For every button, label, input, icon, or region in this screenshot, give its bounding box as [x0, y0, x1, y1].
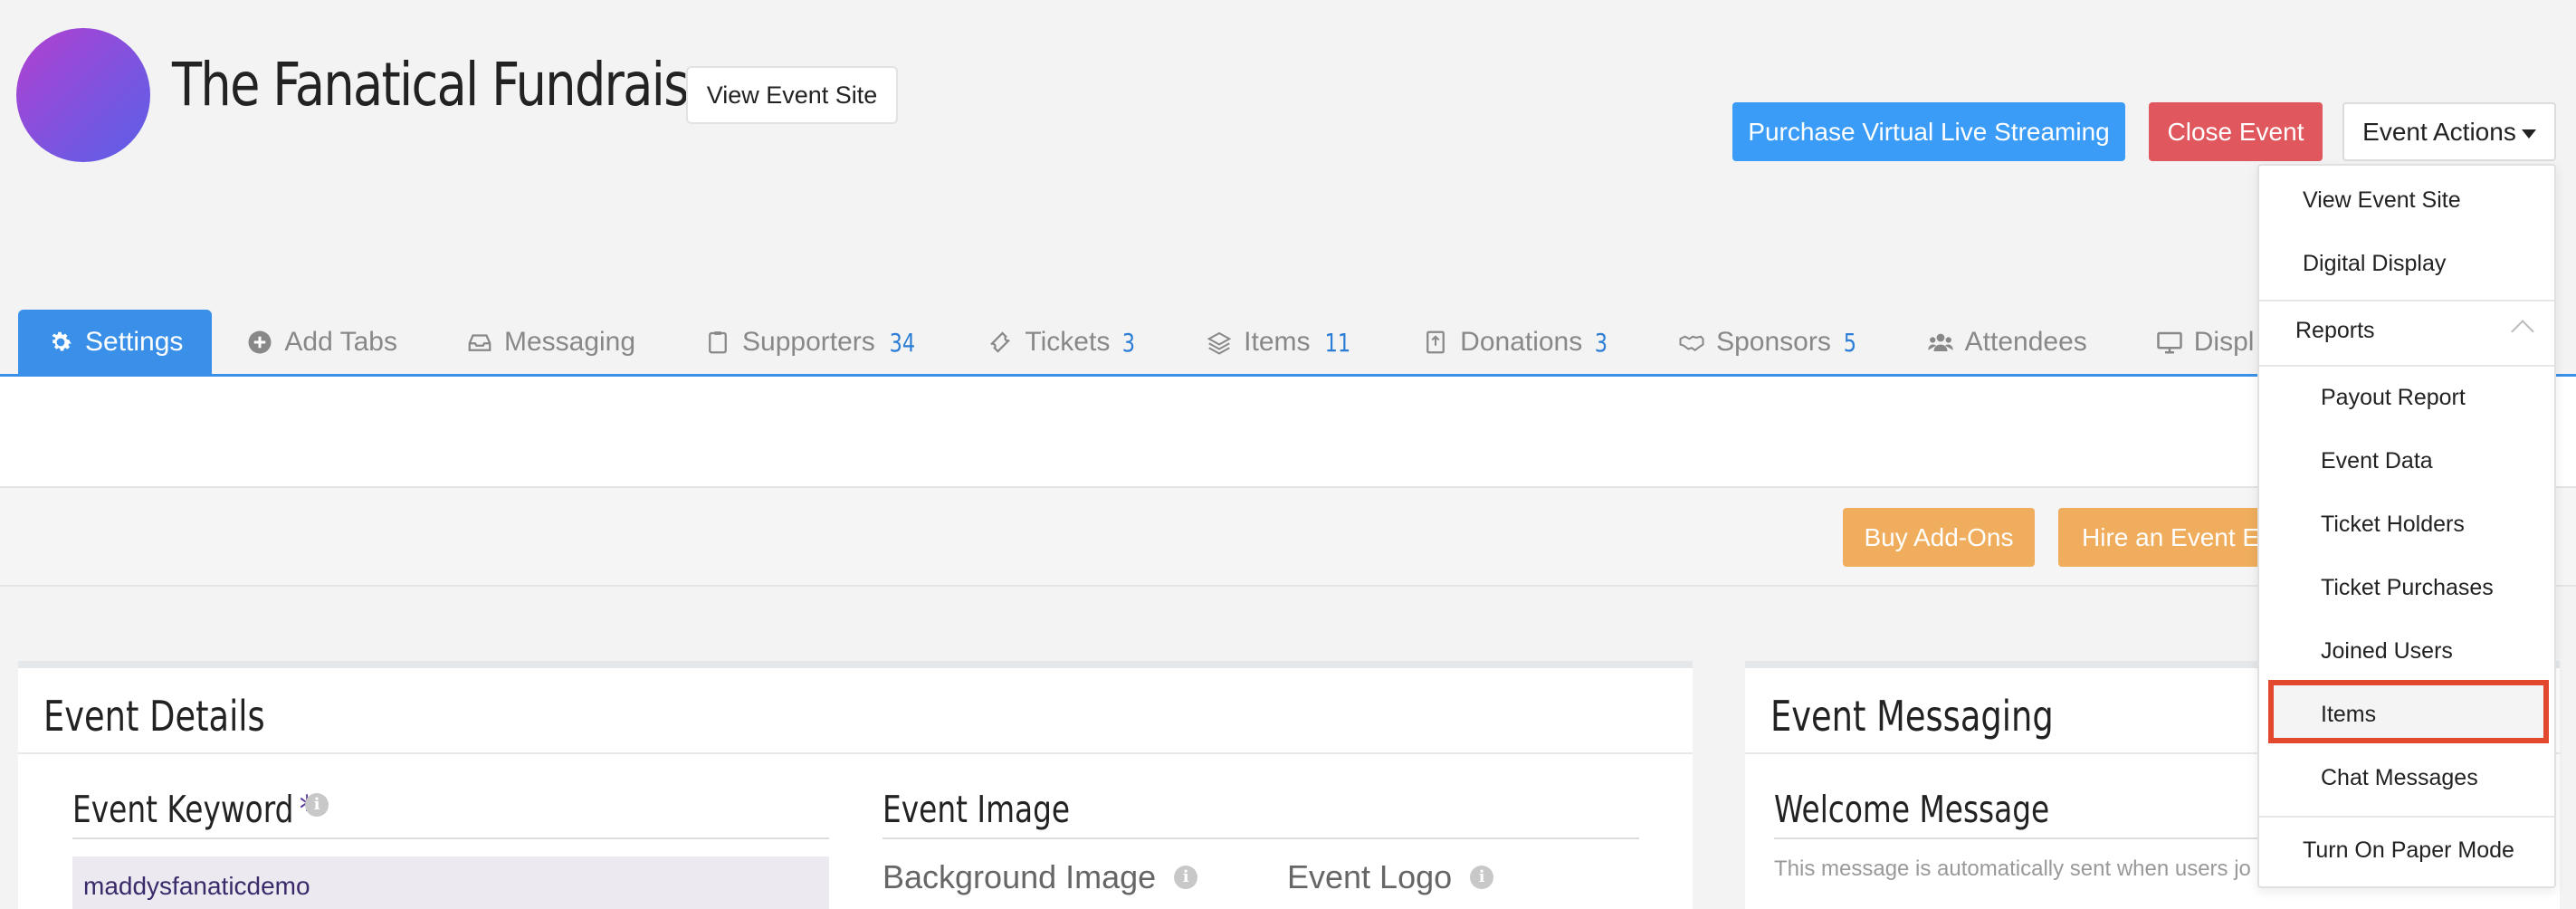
menu-divider [2259, 816, 2554, 818]
monitor-icon [2157, 331, 2182, 354]
info-icon[interactable]: i [1174, 866, 1198, 889]
event-logo-label: Event Logo i [1287, 858, 1494, 896]
tab-label: Displ [2193, 327, 2255, 357]
menu-item-ticket-purchases[interactable]: Ticket Purchases [2259, 575, 2554, 601]
tab-label: Donations [1460, 327, 1583, 357]
tab-label: Messaging [503, 327, 636, 357]
tab-messaging[interactable]: Messaging [432, 310, 670, 375]
background-image-text: Background Image [883, 858, 1157, 895]
tab-label: Settings [85, 327, 184, 357]
tab-settings[interactable]: Settings [18, 310, 213, 375]
section-rule [72, 837, 829, 839]
tab-label: Supporters [742, 327, 875, 357]
event-messaging-title: Event Messaging [1770, 692, 2054, 741]
tab-count: 3 [1595, 327, 1608, 358]
welcome-message-heading: Welcome Message [1774, 788, 2050, 831]
tab-label: Sponsors [1716, 327, 1831, 357]
event-avatar [16, 28, 150, 162]
info-icon[interactable]: i [305, 793, 329, 817]
menu-item-digital-display[interactable]: Digital Display [2259, 251, 2554, 277]
page-title: The Fanatical Fundraiser [172, 50, 737, 120]
background-image-label: Background Image i [883, 858, 1198, 896]
menu-item-chat-messages[interactable]: Chat Messages [2259, 765, 2554, 791]
tab-label: Items [1244, 327, 1311, 357]
event-actions-button[interactable]: Event Actions [2342, 102, 2556, 161]
buy-addons-button[interactable]: Buy Add-Ons [1843, 508, 2035, 567]
event-keyword-input[interactable] [72, 856, 829, 909]
menu-item-joined-users[interactable]: Joined Users [2259, 638, 2554, 665]
tab-count: 11 [1324, 327, 1350, 358]
menu-divider [2259, 365, 2554, 367]
tab-sponsors[interactable]: Sponsors 5 [1644, 310, 1893, 375]
purchase-streaming-button[interactable]: Purchase Virtual Live Streaming [1732, 102, 2125, 161]
event-logo-text: Event Logo [1287, 858, 1453, 895]
tab-tickets[interactable]: Tickets 3 [952, 310, 1171, 375]
tab-add-tabs[interactable]: Add Tabs [212, 310, 432, 375]
panel-divider [18, 752, 1693, 754]
menu-item-payout-report[interactable]: Payout Report [2259, 385, 2554, 411]
menu-divider [2259, 300, 2554, 301]
ticket-icon [990, 331, 1011, 353]
layers-icon [1207, 331, 1232, 355]
tab-count: 5 [1843, 327, 1856, 358]
close-event-button[interactable]: Close Event [2149, 102, 2323, 161]
section-rule [883, 837, 1639, 839]
event-keyword-label: Event Keyword* [72, 788, 314, 831]
menu-item-paper-mode[interactable]: Turn On Paper Mode [2259, 837, 2554, 864]
menu-item-ticket-holders[interactable]: Ticket Holders [2259, 512, 2554, 538]
tab-donations[interactable]: Donations 3 [1388, 310, 1644, 375]
tab-label: Attendees [1964, 327, 2087, 357]
tab-count: 3 [1122, 327, 1136, 358]
caret-down-icon [2521, 129, 2536, 139]
donation-icon [1426, 330, 1445, 354]
tab-supporters[interactable]: Supporters 34 [670, 310, 952, 375]
clipboard-icon [709, 331, 727, 354]
event-details-panel: Event Details Event Keyword* i Event Ima… [18, 661, 1693, 909]
event-actions-label: Event Actions [2362, 117, 2516, 146]
tab-label: Add Tabs [284, 327, 397, 357]
event-tabs: Settings Add Tabs Messaging Supporters 3… [18, 310, 2288, 375]
info-icon[interactable]: i [1470, 866, 1494, 889]
tab-label: Tickets [1025, 327, 1111, 357]
content-band [0, 377, 2576, 488]
tab-items[interactable]: Items 11 [1171, 310, 1388, 375]
users-icon [1927, 333, 1953, 351]
menu-item-event-data[interactable]: Event Data [2259, 448, 2554, 474]
event-image-heading: Event Image [883, 788, 1071, 831]
plus-circle-icon [248, 330, 272, 354]
handshake-icon [1679, 335, 1704, 351]
event-details-title: Event Details [43, 692, 265, 741]
welcome-message-hint: This message is automatically sent when … [1774, 856, 2251, 881]
inbox-icon [468, 334, 491, 351]
gear-icon [52, 331, 72, 351]
menu-item-items-report[interactable]: Items [2259, 702, 2554, 728]
keyword-label-text: Event Keyword [72, 788, 294, 831]
event-actions-menu: View Event Site Digital Display Reports … [2257, 164, 2556, 888]
tab-count: 34 [889, 327, 915, 358]
tab-attendees[interactable]: Attendees [1893, 310, 2122, 375]
menu-item-view-event-site[interactable]: View Event Site [2259, 187, 2554, 214]
view-event-site-button[interactable]: View Event Site [686, 66, 898, 124]
